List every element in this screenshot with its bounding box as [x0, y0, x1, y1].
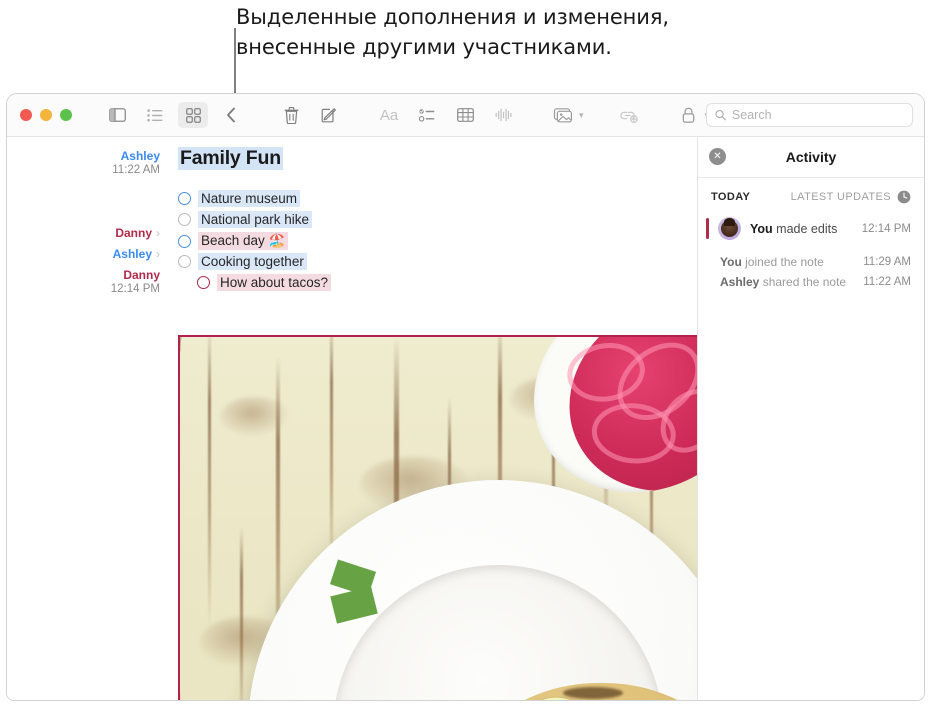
- traffic-lights: [7, 109, 72, 121]
- attribution-author: Ashley: [112, 149, 160, 163]
- checklist-item-4[interactable]: Cooking together: [178, 253, 307, 270]
- activity-latest-updates[interactable]: LATEST UPDATES: [791, 190, 911, 204]
- attribution-ashley-top: Ashley 11:22 AM: [112, 149, 160, 176]
- sidebar-toggle-icon[interactable]: [102, 102, 132, 128]
- activity-action: joined the note: [745, 255, 824, 269]
- checkbox-circle-icon[interactable]: [178, 192, 191, 205]
- activity-entry[interactable]: Ashley shared the note 11:22 AM: [698, 272, 924, 292]
- activity-entry-text: You made edits: [750, 222, 853, 236]
- photo-image: [180, 337, 703, 701]
- notes-window: Aa: [6, 93, 925, 701]
- checklist-item-label: Beach day 🏖️: [198, 232, 288, 250]
- unread-indicator: [706, 218, 709, 239]
- close-icon[interactable]: ✕: [709, 148, 726, 165]
- attribution-time: 12:14 PM: [111, 283, 160, 295]
- search-field[interactable]: [706, 103, 913, 127]
- attribution-gutter: Ashley 11:22 AM Danny› Ashley› Danny 12:…: [7, 137, 170, 700]
- activity-actor: You: [750, 222, 773, 236]
- disclosure-arrow-icon[interactable]: ›: [156, 226, 160, 240]
- activity-entry-text: Ashley shared the note: [720, 275, 846, 289]
- gallery-view-icon[interactable]: [178, 102, 208, 128]
- tortilla: [451, 683, 705, 701]
- activity-main-entry[interactable]: You made edits 12:14 PM: [698, 214, 924, 243]
- activity-action: made edits: [776, 222, 837, 236]
- checklist-item-3[interactable]: Beach day 🏖️: [178, 232, 288, 250]
- checkbox-circle-icon[interactable]: [197, 276, 210, 289]
- attribution-danny-1[interactable]: Danny›: [115, 226, 160, 240]
- checklist-item-2[interactable]: National park hike: [178, 211, 312, 228]
- activity-entry[interactable]: You joined the note 11:29 AM: [698, 252, 924, 272]
- list-view-icon[interactable]: [140, 102, 170, 128]
- checklist-icon[interactable]: [412, 102, 442, 128]
- avatar: [718, 217, 741, 240]
- insert-media-icon[interactable]: [548, 102, 578, 128]
- note-title[interactable]: Family Fun: [178, 147, 283, 170]
- note-photo-attachment[interactable]: [178, 335, 705, 701]
- window-toolbar: Aa: [7, 94, 924, 137]
- attribution-ashley-2[interactable]: Ashley›: [113, 247, 160, 261]
- activity-entry-list: You joined the note 11:29 AM Ashley shar…: [698, 252, 924, 292]
- checkbox-circle-icon[interactable]: [178, 213, 191, 226]
- back-chevron-icon[interactable]: [216, 102, 246, 128]
- attribution-danny-2: Danny 12:14 PM: [111, 268, 160, 295]
- delete-note-icon[interactable]: [276, 102, 306, 128]
- activity-entry-time: 11:29 AM: [863, 256, 911, 268]
- callout-line-1: Выделенные дополнения и изменения,: [236, 2, 836, 32]
- latest-updates-label: LATEST UPDATES: [791, 191, 891, 203]
- zoom-window-button[interactable]: [60, 109, 72, 121]
- checkbox-circle-icon[interactable]: [178, 255, 191, 268]
- checklist-item-label: Nature museum: [198, 190, 300, 207]
- activity-subheader: TODAY LATEST UPDATES: [698, 178, 924, 214]
- checkbox-circle-icon[interactable]: [178, 235, 191, 248]
- clock-icon: [897, 190, 911, 204]
- callout-line-2: внесенные другими участниками.: [236, 32, 836, 62]
- activity-actor: Ashley: [720, 275, 759, 289]
- audio-waveform-icon[interactable]: [488, 102, 518, 128]
- table-icon[interactable]: [450, 102, 480, 128]
- search-icon: [715, 109, 726, 121]
- attribution-author: Danny: [111, 268, 160, 282]
- activity-entry-time: 11:22 AM: [863, 276, 911, 288]
- activity-today-label: TODAY: [711, 191, 750, 203]
- attribution-author: Danny›: [115, 226, 160, 240]
- callout-caption: Выделенные дополнения и изменения, внесе…: [236, 2, 836, 62]
- attribution-time: 11:22 AM: [112, 164, 160, 176]
- activity-action: shared the note: [763, 275, 846, 289]
- checklist-item-5[interactable]: How about tacos?: [197, 274, 331, 291]
- window-body: Ashley 11:22 AM Danny› Ashley› Danny 12:…: [7, 137, 924, 700]
- minimize-window-button[interactable]: [40, 109, 52, 121]
- close-window-button[interactable]: [20, 109, 32, 121]
- compose-note-icon[interactable]: [314, 102, 344, 128]
- checklist-item-label: How about tacos?: [217, 274, 331, 291]
- activity-header: ✕ Activity: [698, 137, 924, 178]
- activity-entry-time: 12:14 PM: [862, 223, 911, 235]
- activity-title: Activity: [786, 149, 837, 165]
- activity-actor: You: [720, 255, 742, 269]
- checklist-item-label: Cooking together: [198, 253, 307, 270]
- media-chevron-down-icon[interactable]: ▾: [579, 110, 584, 121]
- add-link-icon[interactable]: [614, 102, 644, 128]
- lock-note-icon[interactable]: [674, 102, 704, 128]
- text-format-icon[interactable]: Aa: [374, 102, 404, 128]
- disclosure-arrow-icon[interactable]: ›: [156, 247, 160, 261]
- activity-panel: ✕ Activity TODAY LATEST UPDATES: [697, 137, 924, 700]
- attribution-author: Ashley›: [113, 247, 160, 261]
- note-pane[interactable]: Ashley 11:22 AM Danny› Ashley› Danny 12:…: [7, 137, 697, 700]
- text-format-label: Aa: [380, 107, 398, 124]
- search-input[interactable]: [732, 108, 904, 122]
- checklist-item-1[interactable]: Nature museum: [178, 190, 300, 207]
- activity-entry-text: You joined the note: [720, 255, 824, 269]
- checklist-item-label: National park hike: [198, 211, 312, 228]
